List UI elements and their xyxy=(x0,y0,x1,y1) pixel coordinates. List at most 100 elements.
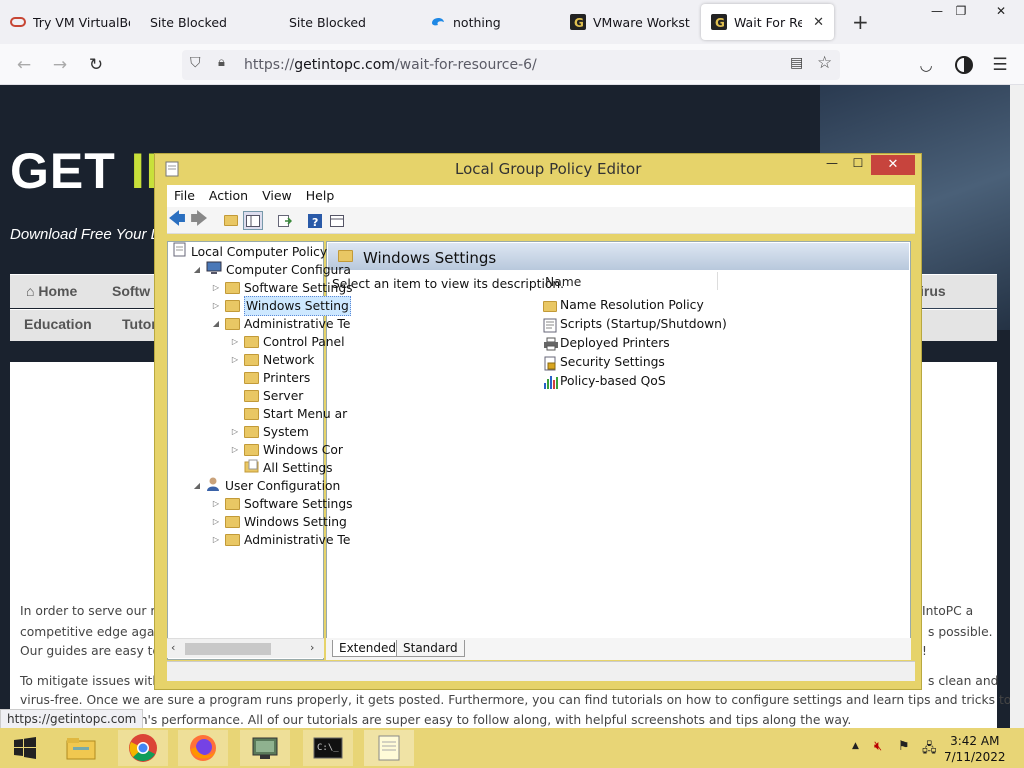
menu-home[interactable]: ⌂ Home xyxy=(26,283,77,299)
expand-arrow-icon[interactable]: ◢ xyxy=(211,315,221,333)
firefox-icon[interactable] xyxy=(178,730,228,766)
maximize-icon[interactable]: ☐ xyxy=(845,156,871,174)
shield-icon[interactable]: ⛉ xyxy=(190,55,201,71)
tab-site-blocked-1[interactable]: Site Blocked xyxy=(140,4,278,40)
account-icon[interactable] xyxy=(952,53,976,77)
file-explorer-icon[interactable] xyxy=(56,730,106,766)
expand-arrow-icon[interactable]: ▷ xyxy=(211,279,221,297)
page-scrollbar[interactable] xyxy=(1010,85,1024,728)
pocket-icon[interactable]: ◡ xyxy=(914,53,938,77)
tree-node-label: Software Settings xyxy=(244,497,353,511)
tree-node[interactable]: ▷ Windows Setting xyxy=(211,296,351,316)
tree-node[interactable]: Server xyxy=(230,387,303,405)
close-tab-icon[interactable]: ✕ xyxy=(813,15,824,30)
forward-arrow-icon[interactable]: → xyxy=(48,53,72,77)
up-folder-icon[interactable] xyxy=(221,211,241,230)
expand-arrow-icon[interactable]: ▷ xyxy=(230,441,240,459)
tab-extended[interactable]: Extended xyxy=(332,640,403,657)
tab-wait-for-resource[interactable]: G Wait For Resour ✕ xyxy=(701,4,834,40)
tree-horizontal-scrollbar[interactable]: ‹ › xyxy=(167,638,324,658)
help-icon[interactable]: ? xyxy=(305,211,325,230)
expand-arrow-icon[interactable]: ▷ xyxy=(230,423,240,441)
management-console-icon[interactable] xyxy=(240,730,290,766)
column-header-name[interactable]: Name xyxy=(545,275,581,289)
command-prompt-icon[interactable]: C:\_ xyxy=(303,730,353,766)
menu-help[interactable]: Help xyxy=(299,185,342,207)
tree-node[interactable]: ▷ Windows Cor xyxy=(230,441,343,459)
tree-node[interactable]: Local Computer Policy xyxy=(173,242,327,261)
menu-view[interactable]: View xyxy=(255,185,299,207)
expand-arrow-icon[interactable]: ▷ xyxy=(211,297,221,315)
policy-list-item[interactable]: Policy-based QoS xyxy=(543,372,666,391)
scroll-right-icon[interactable]: › xyxy=(310,641,314,654)
tree-node[interactable]: ◢ Computer Configura xyxy=(192,261,351,279)
policy-list-item[interactable]: Deployed Printers xyxy=(543,334,670,353)
policy-list-item[interactable]: Scripts (Startup/Shutdown) xyxy=(543,315,727,334)
expand-arrow-icon[interactable]: ▷ xyxy=(230,351,240,369)
tree-node[interactable]: Start Menu ar xyxy=(230,405,347,423)
tree-node[interactable]: ◢ User Configuration xyxy=(192,477,340,495)
scroll-left-icon[interactable]: ‹ xyxy=(171,641,175,654)
tab-nothing[interactable]: nothing xyxy=(420,4,560,40)
url-text[interactable]: https://getintopc.com/wait-for-resource-… xyxy=(244,57,537,73)
windows-start-icon[interactable] xyxy=(0,730,50,766)
scrollbar-thumb[interactable] xyxy=(185,643,271,655)
policy-list-item[interactable]: Name Resolution Policy xyxy=(543,296,704,315)
tree-node[interactable]: ▷ Network xyxy=(230,351,314,369)
expand-arrow-icon[interactable]: ◢ xyxy=(192,477,202,495)
hamburger-menu-icon[interactable]: ☰ xyxy=(988,53,1012,77)
folder-icon xyxy=(244,336,259,348)
volume-muted-icon[interactable]: 🔇︎ xyxy=(874,739,882,754)
window-titlebar[interactable]: Local Group Policy Editor — ☐ ✕ xyxy=(155,154,921,184)
back-icon[interactable]: 🡄 xyxy=(167,209,187,230)
close-window-icon[interactable]: ✕ xyxy=(978,0,1024,22)
tree-node[interactable]: Printers xyxy=(230,369,310,387)
tree-node[interactable]: ◢ Administrative Te xyxy=(211,315,350,333)
chrome-icon[interactable] xyxy=(118,730,168,766)
expand-arrow-icon[interactable]: ▷ xyxy=(211,513,221,531)
network-icon[interactable]: 🖧 xyxy=(922,739,937,761)
tree-node[interactable]: ▷ System xyxy=(230,423,309,441)
export-list-icon[interactable] xyxy=(275,211,295,230)
column-divider[interactable] xyxy=(717,272,718,290)
menu-education[interactable]: Education xyxy=(24,316,92,332)
expand-arrow-icon[interactable]: ◢ xyxy=(192,261,202,279)
tree-node[interactable]: All Settings xyxy=(230,459,333,477)
menu-antivirus[interactable]: irus xyxy=(920,283,946,299)
minimize-icon[interactable]: — xyxy=(819,156,845,174)
tree-node[interactable]: ▷ Windows Setting xyxy=(211,513,347,531)
taskbar-clock[interactable]: 3:42 AM 7/11/2022 xyxy=(944,733,1006,765)
reader-view-icon[interactable]: ▤ xyxy=(790,55,803,71)
expand-arrow-icon[interactable]: ▷ xyxy=(211,531,221,549)
menu-software[interactable]: Softw xyxy=(112,283,150,299)
tree-node[interactable]: ▷ Administrative Te xyxy=(211,531,350,549)
all-settings-icon xyxy=(244,459,259,478)
expand-arrow-icon[interactable]: ▷ xyxy=(211,495,221,513)
tree-node[interactable]: ▷ Software Settings xyxy=(211,495,353,513)
menu-tutorials[interactable]: Tutor xyxy=(122,316,157,332)
back-arrow-icon[interactable]: ← xyxy=(12,53,36,77)
new-tab-button[interactable]: + xyxy=(842,4,872,40)
user-icon xyxy=(206,476,221,496)
tab-virtualbox[interactable]: Try VM VirtualBox xyxy=(0,4,140,40)
show-hidden-icons[interactable]: ▲ xyxy=(852,741,859,751)
reload-icon[interactable]: ↻ xyxy=(84,53,108,77)
lock-icon[interactable]: 🔒︎ xyxy=(218,55,225,70)
tab-standard[interactable]: Standard xyxy=(396,640,465,657)
notepad-icon[interactable] xyxy=(364,730,414,766)
show-hide-tree-icon[interactable] xyxy=(243,211,263,230)
forward-icon[interactable]: 🡆 xyxy=(189,209,209,230)
menu-file[interactable]: File xyxy=(167,185,202,207)
policy-list-item[interactable]: Security Settings xyxy=(543,353,665,372)
bookmark-star-icon[interactable]: ☆ xyxy=(817,53,832,73)
tree-node[interactable]: ▷ Software Settings xyxy=(211,279,353,297)
expand-arrow-icon[interactable]: ▷ xyxy=(230,333,240,351)
action-center-flag-icon[interactable]: ⚑ xyxy=(898,739,910,754)
menu-action[interactable]: Action xyxy=(202,185,255,207)
tree-node[interactable]: ▷ Control Panel xyxy=(230,333,345,351)
properties-pane-icon[interactable] xyxy=(327,211,347,230)
tab-vmware[interactable]: G VMware Workstati xyxy=(560,4,700,40)
paragraph-text: Our guides are easy to xyxy=(20,644,160,658)
tab-site-blocked-2[interactable]: Site Blocked xyxy=(279,4,417,40)
close-icon[interactable]: ✕ xyxy=(871,155,915,175)
